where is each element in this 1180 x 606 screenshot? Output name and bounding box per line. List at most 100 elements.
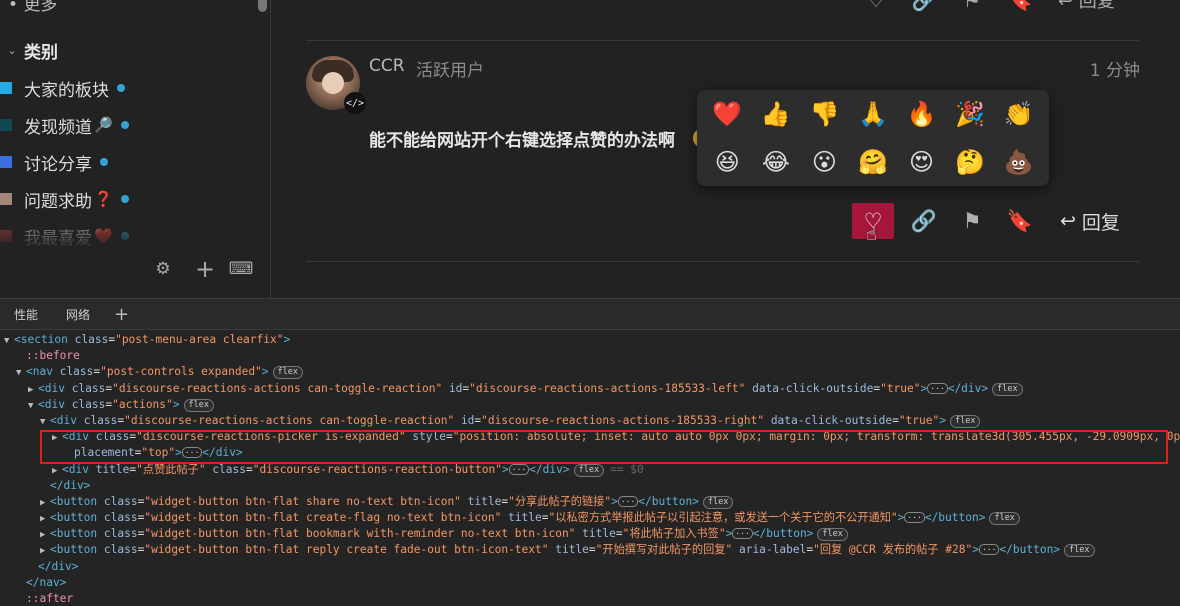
sidebar-category-item[interactable]: 发现频道 🔎: [0, 113, 129, 138]
add-tab-icon[interactable]: +: [104, 304, 139, 325]
dom-tree-node[interactable]: ::after: [0, 591, 1180, 606]
expand-triangle-icon[interactable]: ▶: [40, 543, 50, 558]
reaction-emoji-option[interactable]: 🤔: [950, 142, 990, 182]
reaction-emoji-option[interactable]: 😆: [707, 142, 747, 182]
dom-tree-node[interactable]: </div>: [0, 559, 1180, 575]
category-label: 讨论分享: [24, 154, 92, 175]
dom-node-markup: <button class="widget-button btn-flat sh…: [50, 495, 734, 509]
post-body: 能不能给网站开个右键选择点赞的办法啊: [369, 131, 675, 151]
post-time[interactable]: 1 分钟: [1090, 56, 1140, 81]
keyboard-icon[interactable]: ⌨: [229, 258, 254, 280]
sidebar-more-link[interactable]: • 更多: [8, 0, 57, 15]
dom-node-markup: </div>: [50, 478, 91, 492]
plus-icon[interactable]: +: [193, 255, 217, 283]
expand-triangle-icon[interactable]: ▶: [40, 527, 50, 542]
dom-tree-node[interactable]: ▼ <div class="actions"> flex: [0, 397, 1180, 413]
devtools-panel: 性能 网络 + ▼ <section class="post-menu-area …: [0, 298, 1180, 606]
chevron-down-icon: ⌄: [7, 43, 17, 57]
reaction-emoji-option[interactable]: 🎉: [950, 94, 990, 134]
reaction-emoji-option[interactable]: 😍: [902, 142, 942, 182]
category-label: 大家的板块: [24, 80, 109, 101]
dom-node-markup: <div title="点赞此帖子" class="discourse-reac…: [62, 462, 644, 477]
expand-triangle-icon[interactable]: ▼: [28, 398, 38, 413]
reaction-emoji-option[interactable]: ❤️: [707, 94, 747, 134]
gear-icon[interactable]: ⚙: [151, 258, 175, 280]
unread-dot: [120, 195, 129, 203]
bookmark-icon[interactable]: 🔖: [996, 0, 1044, 12]
post-user-title: 活跃用户: [416, 61, 484, 81]
expand-triangle-icon[interactable]: ▼: [4, 333, 14, 348]
dom-tree-node[interactable]: placement="top"> ··· </div>: [0, 445, 1180, 461]
dom-node-markup: <div class="discourse-reactions-picker i…: [62, 430, 1180, 444]
reaction-emoji-option[interactable]: 😂: [756, 142, 796, 182]
expand-triangle-icon[interactable]: ▶: [40, 495, 50, 510]
dom-tree-node[interactable]: ▶ <button class="widget-button btn-flat b…: [0, 526, 1180, 542]
pointer-cursor-icon: ☝: [866, 224, 877, 245]
category-color-swatch: [0, 82, 12, 94]
topic-main: ♡ 🔗 ⚑ 🔖 ↩ 回复 </> CCR 活跃用户 1 分钟 能不能给网站开个右…: [272, 0, 1180, 298]
reaction-emoji-option[interactable]: 💩: [999, 142, 1039, 182]
heart-icon[interactable]: ♡: [852, 0, 900, 12]
dom-node-markup: <button class="widget-button btn-flat bo…: [50, 527, 848, 542]
reaction-emoji-option[interactable]: 🤗: [853, 142, 893, 182]
dom-node-markup: ::before: [26, 349, 80, 363]
category-label: 发现频道: [24, 117, 92, 138]
link-icon[interactable]: 🔗: [900, 0, 948, 12]
dom-node-markup: placement="top"> ··· </div>: [74, 446, 243, 460]
avatar[interactable]: </>: [306, 56, 366, 114]
dom-tree-node[interactable]: </nav>: [0, 575, 1180, 591]
tab-network[interactable]: 网络: [52, 299, 104, 330]
category-color-swatch: [0, 119, 12, 131]
dom-node-markup: <div class="actions"> flex: [38, 398, 214, 412]
sidebar-category-item[interactable]: 问题求助 ❓: [0, 187, 129, 212]
flag-icon[interactable]: ⚑: [948, 0, 996, 12]
flag-button[interactable]: ⚑: [948, 202, 996, 240]
reply-button[interactable]: ↩ 回复: [1058, 0, 1115, 13]
category-label: 问题求助: [24, 191, 92, 212]
post-divider: [306, 261, 1139, 262]
dom-tree-node[interactable]: ::before: [0, 348, 1180, 364]
expand-triangle-icon[interactable]: ▼: [40, 414, 50, 429]
expand-triangle-icon[interactable]: ▶: [40, 511, 50, 526]
unread-dot: [120, 121, 129, 129]
dom-tree-node[interactable]: </div>: [0, 478, 1180, 494]
dom-tree-node[interactable]: ▶ <div title="点赞此帖子" class="discourse-rea…: [0, 462, 1180, 478]
reaction-emoji-option[interactable]: 👍: [756, 94, 796, 134]
expand-triangle-icon[interactable]: ▶: [28, 382, 38, 397]
post-username[interactable]: CCR: [369, 56, 405, 76]
post-controls: ♡ 🔗 ⚑ 🔖 ↩ 回复: [852, 202, 1120, 240]
dom-tree-node[interactable]: ▶ <button class="widget-button btn-flat c…: [0, 510, 1180, 526]
reaction-emoji-option[interactable]: 👎: [804, 94, 844, 134]
dom-tree-node[interactable]: ▶ <button class="widget-button btn-flat s…: [0, 494, 1180, 510]
reaction-emoji-option[interactable]: 🔥: [902, 94, 942, 134]
reaction-emoji-option[interactable]: 👏: [999, 94, 1039, 134]
reactions-picker: ❤️ 👍 👎 🙏 🔥 🎉 👏 😆 😂 😮 🤗 😍 🤔 💩: [697, 90, 1049, 186]
dom-tree-node[interactable]: ▼ <div class="discourse-reactions-actions…: [0, 413, 1180, 429]
unread-dot: [117, 84, 125, 92]
reaction-emoji-option[interactable]: 😮: [804, 142, 844, 182]
dom-tree-node[interactable]: ▼ <nav class="post-controls expanded"> fle…: [0, 364, 1180, 380]
reply-button[interactable]: ↩ 回复: [1060, 202, 1120, 240]
reaction-emoji-option[interactable]: 🙏: [853, 94, 893, 134]
forum-app: • 更多 ⌄ 类别 大家的板块发现频道🔎讨论分享问题求助❓我最喜爱❤️ ⚙ + …: [0, 0, 1180, 298]
bookmark-button[interactable]: 🔖: [996, 202, 1044, 240]
expand-triangle-icon[interactable]: ▼: [16, 365, 26, 380]
dom-node-markup: </nav>: [26, 575, 67, 589]
dom-tree-node[interactable]: ▶ <button class="widget-button btn-flat r…: [0, 542, 1180, 558]
sidebar-category-item[interactable]: 大家的板块: [0, 76, 125, 101]
devtools-tabbar: 性能 网络 +: [0, 299, 1180, 330]
dom-node-markup: <button class="widget-button btn-flat cr…: [50, 511, 1020, 526]
sidebar: • 更多 ⌄ 类别 大家的板块发现频道🔎讨论分享问题求助❓我最喜爱❤️ ⚙ + …: [0, 0, 271, 298]
sidebar-category-item[interactable]: 讨论分享: [0, 150, 108, 175]
tab-performance[interactable]: 性能: [0, 299, 52, 330]
expand-triangle-icon[interactable]: ▶: [52, 430, 62, 445]
share-button[interactable]: 🔗: [900, 202, 948, 240]
dom-tree-node[interactable]: ▼ <section class="post-menu-area clearfix…: [0, 332, 1180, 348]
expand-triangle-icon[interactable]: ▶: [52, 463, 62, 478]
dom-tree-node[interactable]: ▶ <div class="discourse-reactions-picker …: [0, 429, 1180, 445]
sidebar-fade: [0, 214, 270, 248]
sidebar-scrollbar[interactable]: [258, 0, 267, 12]
category-color-swatch: [0, 193, 12, 205]
sidebar-category-header[interactable]: ⌄ 类别: [0, 38, 58, 63]
dom-tree-node[interactable]: ▶ <div class="discourse-reactions-actions…: [0, 381, 1180, 397]
